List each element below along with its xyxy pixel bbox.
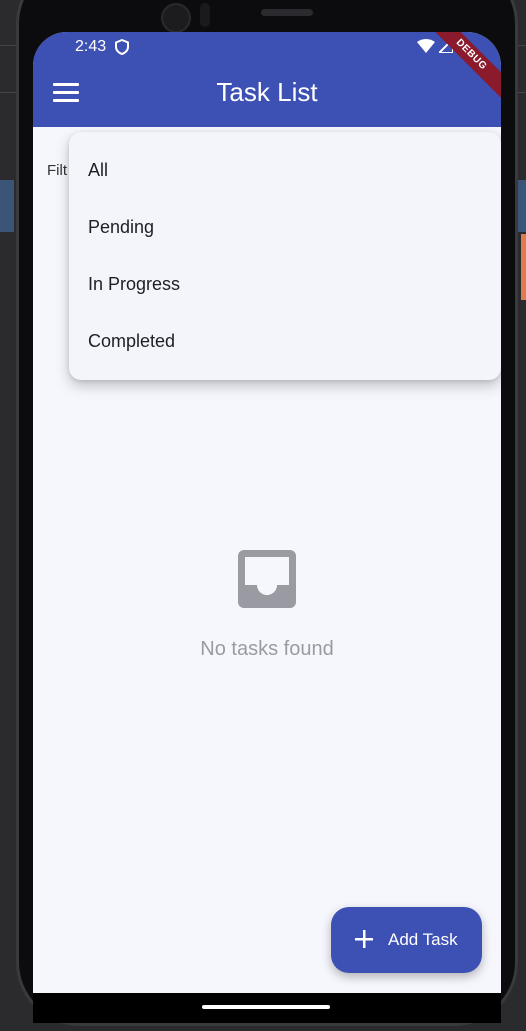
ide-selection-left: [0, 180, 14, 232]
inbox-icon: [238, 550, 296, 608]
dropdown-option-completed[interactable]: Completed: [88, 321, 175, 361]
status-filter-dropdown-menu: All Pending In Progress Completed: [69, 132, 501, 380]
dropdown-option-pending[interactable]: Pending: [88, 207, 154, 247]
home-indicator[interactable]: [202, 1005, 330, 1009]
camera-sensor: [200, 3, 210, 27]
plus-icon: [355, 930, 373, 948]
dropdown-option-all[interactable]: All: [88, 150, 108, 190]
page-title: Task List: [216, 77, 318, 107]
shield-icon: [115, 39, 129, 55]
app-bar: 2:43 Task List DEBUG: [33, 32, 501, 127]
add-task-button[interactable]: Add Task: [331, 907, 482, 973]
dropdown-option-in-progress[interactable]: In Progress: [88, 264, 180, 304]
add-task-label: Add Task: [388, 930, 458, 949]
empty-state-message: No tasks found: [200, 638, 334, 660]
ide-selection-right: [518, 180, 526, 232]
filter-label: Filt: [47, 162, 67, 179]
ide-marker-right: [521, 234, 526, 300]
wifi-icon: [417, 39, 435, 53]
app-screen: 2:43 Task List DEBUG Filt All Pending In…: [33, 32, 501, 993]
earpiece-speaker: [261, 9, 313, 16]
status-time: 2:43: [75, 38, 107, 55]
front-camera: [161, 3, 191, 33]
